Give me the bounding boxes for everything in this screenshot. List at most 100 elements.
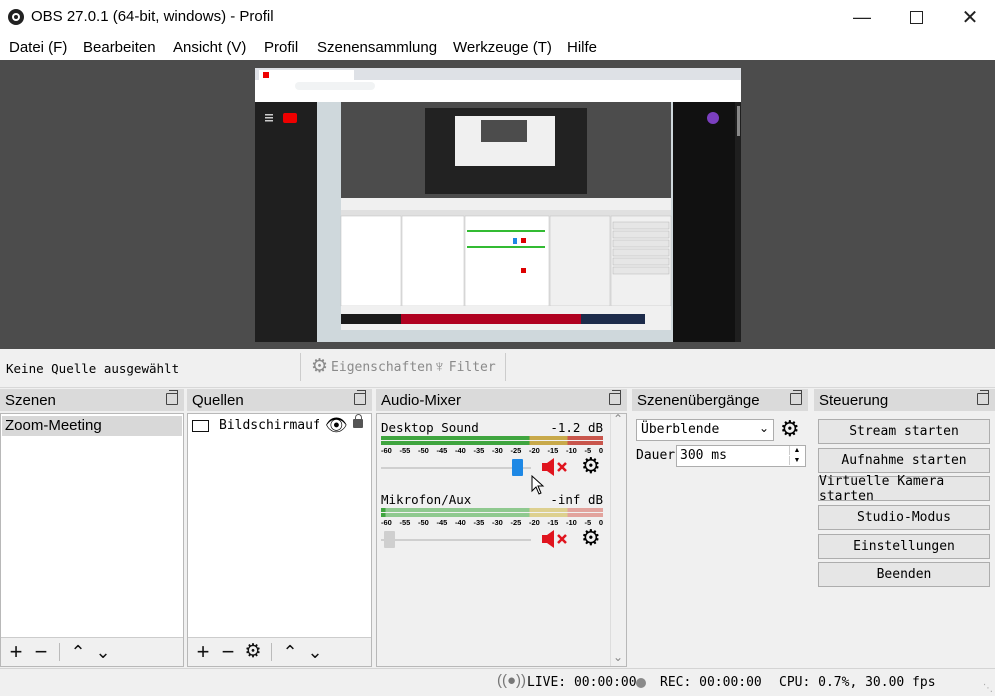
undock-icon[interactable] bbox=[609, 390, 621, 405]
undock-icon[interactable] bbox=[977, 390, 989, 405]
sources-toolbar: + − ⚙ ⌃ ⌄ bbox=[188, 637, 371, 666]
mute-speaker-icon[interactable] bbox=[541, 457, 571, 480]
add-scene-button[interactable]: + bbox=[5, 641, 27, 663]
channel-settings-gear-icon[interactable]: ⚙ bbox=[581, 453, 601, 479]
channel-name: Mikrofon/Aux bbox=[381, 492, 472, 507]
spin-up-icon[interactable]: ▲ bbox=[789, 446, 804, 455]
lock-shackle bbox=[354, 414, 362, 421]
level-meter bbox=[381, 508, 603, 512]
menu-bar: Datei (F) Bearbeiten Ansicht (V) Profil … bbox=[0, 34, 995, 60]
remove-source-button[interactable]: − bbox=[217, 641, 239, 663]
sources-dock: Quellen Bildschirmaufnahme 👁 + − ⚙ ⌃ ⌄ bbox=[187, 389, 372, 667]
sources-dock-header: Quellen bbox=[187, 389, 372, 411]
preview-capture bbox=[255, 68, 741, 342]
menu-bearbeiten[interactable]: Bearbeiten bbox=[83, 39, 156, 56]
close-button[interactable]: ✕ bbox=[947, 0, 993, 34]
record-start-button[interactable]: Aufnahme starten bbox=[818, 448, 990, 473]
obs-logo-icon bbox=[8, 9, 24, 25]
transitions-body: Überblende ⌄ ⚙ Dauer 300 ms ▲ ▼ bbox=[632, 413, 808, 667]
properties-button[interactable]: ⚙ Eigenschaften bbox=[311, 356, 433, 377]
broadcast-icon: ((●)) bbox=[497, 672, 527, 689]
toolbar-divider bbox=[300, 353, 301, 381]
duration-spinbox[interactable]: 300 ms ▲ ▼ bbox=[676, 445, 806, 467]
maximize-button[interactable] bbox=[893, 0, 939, 34]
settings-button[interactable]: Einstellungen bbox=[818, 534, 990, 559]
record-dot-icon bbox=[636, 678, 646, 688]
move-down-button[interactable]: ⌄ bbox=[304, 641, 326, 663]
rec-timer: REC: 00:00:00 bbox=[660, 675, 762, 690]
minimize-button[interactable]: — bbox=[839, 0, 885, 34]
chevron-down-icon: ⌄ bbox=[758, 421, 769, 435]
source-item[interactable]: Bildschirmaufnahme 👁 bbox=[189, 414, 370, 436]
gear-icon: ⚙ bbox=[311, 356, 329, 377]
preview-area[interactable] bbox=[0, 60, 995, 349]
move-up-button[interactable]: ⌃ bbox=[67, 641, 89, 663]
level-meter bbox=[381, 441, 603, 445]
scroll-up-icon[interactable]: ⌃ bbox=[613, 412, 623, 426]
mouse-cursor-icon bbox=[531, 474, 545, 498]
undock-icon[interactable] bbox=[790, 390, 802, 405]
transitions-title: Szenenübergänge bbox=[637, 392, 760, 409]
menu-hilfe[interactable]: Hilfe bbox=[567, 39, 597, 56]
resize-grip-icon[interactable]: ⋱ bbox=[983, 683, 993, 694]
captured-screen-image bbox=[255, 68, 741, 342]
audio-mixer-dock: Audio-Mixer Desktop Sound -1.2 dB -60 -55… bbox=[376, 389, 627, 667]
transition-settings-gear-icon[interactable]: ⚙ bbox=[780, 416, 800, 442]
volume-slider[interactable] bbox=[381, 539, 531, 541]
volume-slider[interactable] bbox=[381, 467, 531, 469]
move-down-button[interactable]: ⌄ bbox=[92, 641, 114, 663]
mixer-dock-header: Audio-Mixer bbox=[376, 389, 627, 411]
toolbar-divider bbox=[59, 643, 60, 661]
studio-mode-button[interactable]: Studio-Modus bbox=[818, 505, 990, 530]
mixer-scrollbar[interactable]: ⌃ ⌄ bbox=[610, 412, 626, 666]
cpu-fps: CPU: 0.7%, 30.00 fps bbox=[779, 675, 936, 690]
spin-down-icon[interactable]: ▼ bbox=[789, 456, 804, 465]
add-source-button[interactable]: + bbox=[192, 641, 214, 663]
live-timer: LIVE: 00:00:00 bbox=[527, 675, 637, 690]
menu-profil[interactable]: Profil bbox=[264, 39, 298, 56]
controls-dock: Steuerung Stream starten Aufnahme starte… bbox=[814, 389, 995, 667]
source-properties-gear-icon[interactable]: ⚙ bbox=[242, 641, 264, 663]
channel-settings-gear-icon[interactable]: ⚙ bbox=[581, 525, 601, 551]
menu-ansicht[interactable]: Ansicht (V) bbox=[173, 39, 246, 56]
scenes-dock: Szenen Zoom-Meeting + − ⌃ ⌄ bbox=[0, 389, 184, 667]
virtual-camera-button[interactable]: Virtuelle Kamera starten bbox=[818, 474, 990, 504]
title-bar: OBS 27.0.1 (64-bit, windows) - Profil — … bbox=[0, 0, 995, 34]
controls-title: Steuerung bbox=[819, 392, 889, 409]
filter-button[interactable]: ♆ Filter bbox=[433, 358, 496, 376]
undock-icon[interactable] bbox=[166, 390, 178, 405]
sources-title: Quellen bbox=[192, 392, 244, 409]
filter-icon: ♆ bbox=[433, 357, 446, 376]
mixer-channel-desktop: Desktop Sound -1.2 dB -60 -55 -50 -45 -40 -35… bbox=[381, 420, 603, 482]
mixer-body: Desktop Sound -1.2 dB -60 -55 -50 -45 -40 -35… bbox=[376, 412, 627, 667]
volume-slider-thumb[interactable] bbox=[512, 459, 523, 476]
move-up-button[interactable]: ⌃ bbox=[279, 641, 301, 663]
remove-scene-button[interactable]: − bbox=[30, 641, 52, 663]
channel-db: -inf dB bbox=[550, 492, 603, 507]
meter-scale: -60 -55 -50 -45 -40 -35 -30 -25 -20 -15 -10 -5 0 bbox=[381, 518, 603, 527]
channel-name: Desktop Sound bbox=[381, 420, 479, 435]
controls-body: Stream starten Aufnahme starten Virtuell… bbox=[814, 413, 995, 667]
scenes-dock-header: Szenen bbox=[0, 389, 184, 411]
scene-item[interactable]: Zoom-Meeting bbox=[2, 416, 182, 436]
menu-werkzeuge[interactable]: Werkzeuge (T) bbox=[453, 39, 552, 56]
transition-select[interactable]: Überblende ⌄ bbox=[636, 419, 774, 441]
scroll-down-icon[interactable]: ⌄ bbox=[613, 650, 623, 664]
mixer-title: Audio-Mixer bbox=[381, 392, 462, 409]
menu-szenensammlung[interactable]: Szenensammlung bbox=[317, 39, 437, 56]
volume-slider-thumb[interactable] bbox=[384, 531, 395, 548]
scenes-list: Zoom-Meeting + − ⌃ ⌄ bbox=[0, 413, 184, 667]
mute-speaker-icon[interactable] bbox=[541, 529, 571, 552]
level-meter bbox=[381, 436, 603, 440]
source-item-label: Bildschirmaufnahme bbox=[219, 418, 319, 433]
duration-label: Dauer bbox=[636, 448, 676, 463]
monitor-icon bbox=[192, 420, 209, 432]
exit-button[interactable]: Beenden bbox=[818, 562, 990, 587]
controls-dock-header: Steuerung bbox=[814, 389, 995, 411]
source-toolbar: Keine Quelle ausgewählt ⚙ Eigenschaften … bbox=[0, 349, 995, 388]
undock-icon[interactable] bbox=[354, 390, 366, 405]
menu-datei[interactable]: Datei (F) bbox=[9, 39, 67, 56]
stream-start-button[interactable]: Stream starten bbox=[818, 419, 990, 444]
scenes-title: Szenen bbox=[5, 392, 56, 409]
visibility-eye-icon[interactable]: 👁 bbox=[325, 415, 348, 435]
